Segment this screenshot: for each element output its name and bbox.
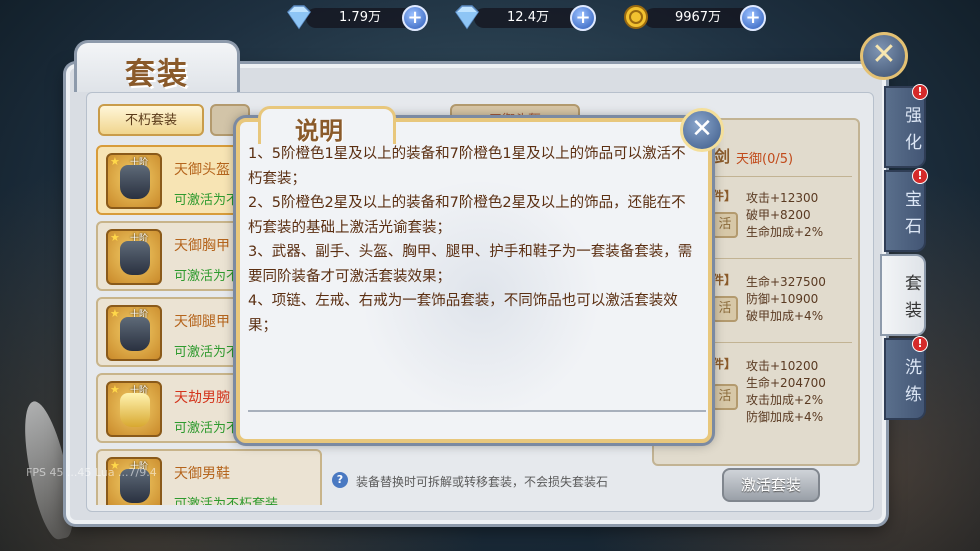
- tab-suit[interactable]: 套装: [880, 254, 926, 336]
- star-icon: ★: [110, 383, 120, 396]
- leg-armor-icon: [120, 317, 150, 351]
- equipment-icon: ★ 十阶: [106, 381, 162, 437]
- item-name: 天御头盔: [174, 162, 230, 178]
- star-icon: ★: [110, 155, 120, 168]
- item-name: 天御胸甲: [174, 238, 230, 254]
- currency-value: 1.79万: [306, 8, 414, 28]
- close-panel-button[interactable]: ✕: [860, 32, 908, 80]
- dialog-line: 2、5阶橙色2星及以上的装备和7阶橙色2星及以上的饰品，还能在不朽套装的基础上激…: [248, 195, 686, 236]
- gauntlet-icon: [120, 393, 150, 427]
- fps-counter: FPS 45 ...45 Lua ...7/9.4: [26, 466, 157, 479]
- activate-stamp: 活: [712, 296, 738, 322]
- add-currency-button[interactable]: +: [740, 5, 766, 31]
- dialog-line: 4、项链、左戒、右戒为一套饰品套装，不同饰品也可以激活套装效果；: [248, 293, 678, 334]
- panel-title: 套装: [125, 57, 189, 92]
- gold-coin-icon: [624, 5, 648, 29]
- star-icon: ★: [110, 231, 120, 244]
- equipment-icon: ★ 十阶: [106, 457, 162, 505]
- attribute-lines: 生命+327500 防御+10900 破甲加成+4%: [746, 275, 826, 323]
- attribute-lines: 攻击+10200 生命+204700 攻击加成+2% 防御加成+4%: [746, 359, 826, 424]
- star-icon: ★: [110, 307, 120, 320]
- add-currency-button[interactable]: +: [570, 5, 596, 31]
- item-name: 天劫男腕: [174, 390, 230, 406]
- chest-armor-icon: [120, 241, 150, 275]
- help-icon[interactable]: ?: [332, 472, 348, 488]
- item-status: 可激活为不: [174, 345, 240, 360]
- item-status: 可激活为不: [174, 269, 240, 284]
- suit-progress: 天御(0/5): [736, 152, 794, 167]
- dialog-title: 说明: [295, 117, 343, 145]
- close-dialog-button[interactable]: ✕: [680, 108, 724, 152]
- diamond-icon: [455, 5, 479, 30]
- tab-immortal-suit[interactable]: 不朽套装: [98, 104, 204, 136]
- diamond-icon: [287, 5, 311, 30]
- notification-badge: !: [912, 168, 928, 184]
- dialog-divider: [248, 410, 706, 412]
- activate-stamp: 活: [712, 384, 738, 410]
- notification-badge: !: [912, 84, 928, 100]
- helmet-icon: [120, 165, 150, 199]
- attribute-lines: 攻击+12300 破甲+8200 生命加成+2%: [746, 191, 824, 239]
- add-currency-button[interactable]: +: [402, 5, 428, 31]
- panel-title-tab: 套装: [74, 40, 240, 92]
- notification-badge: !: [912, 336, 928, 352]
- dialog-body: 1、5阶橙色1星及以上的装备和7阶橙色1星及以上的饰品可以激活不朽套装； 2、5…: [248, 142, 700, 342]
- currency-value: 12.4万: [474, 8, 582, 28]
- dialog-line: 1、5阶橙色1星及以上的装备和7阶橙色1星及以上的饰品可以激活不朽套装；: [248, 146, 686, 187]
- item-status: 可激活为不朽套装: [174, 497, 279, 505]
- hint-text: 装备替换时可拆解或转移套装，不会损失套装石: [356, 475, 609, 489]
- item-status: 可激活为不: [174, 421, 240, 436]
- item-name: 天御男鞋: [174, 466, 230, 482]
- equipment-icon: ★ 十阶: [106, 153, 162, 209]
- equipment-icon: ★ 十阶: [106, 305, 162, 361]
- equipment-icon: ★ 十阶: [106, 229, 162, 285]
- dialog-line: 3、武器、副手、头盔、胸甲、腿甲、护手和鞋子为一套装备套装，需要同阶装备才可激活…: [248, 244, 693, 285]
- currency-value: 9967万: [644, 8, 752, 28]
- dialog-title-tab: 说明: [258, 106, 396, 145]
- item-name: 天御腿甲: [174, 314, 230, 330]
- activate-stamp: 活: [712, 212, 738, 238]
- activate-suit-button[interactable]: 激活套装: [722, 468, 820, 502]
